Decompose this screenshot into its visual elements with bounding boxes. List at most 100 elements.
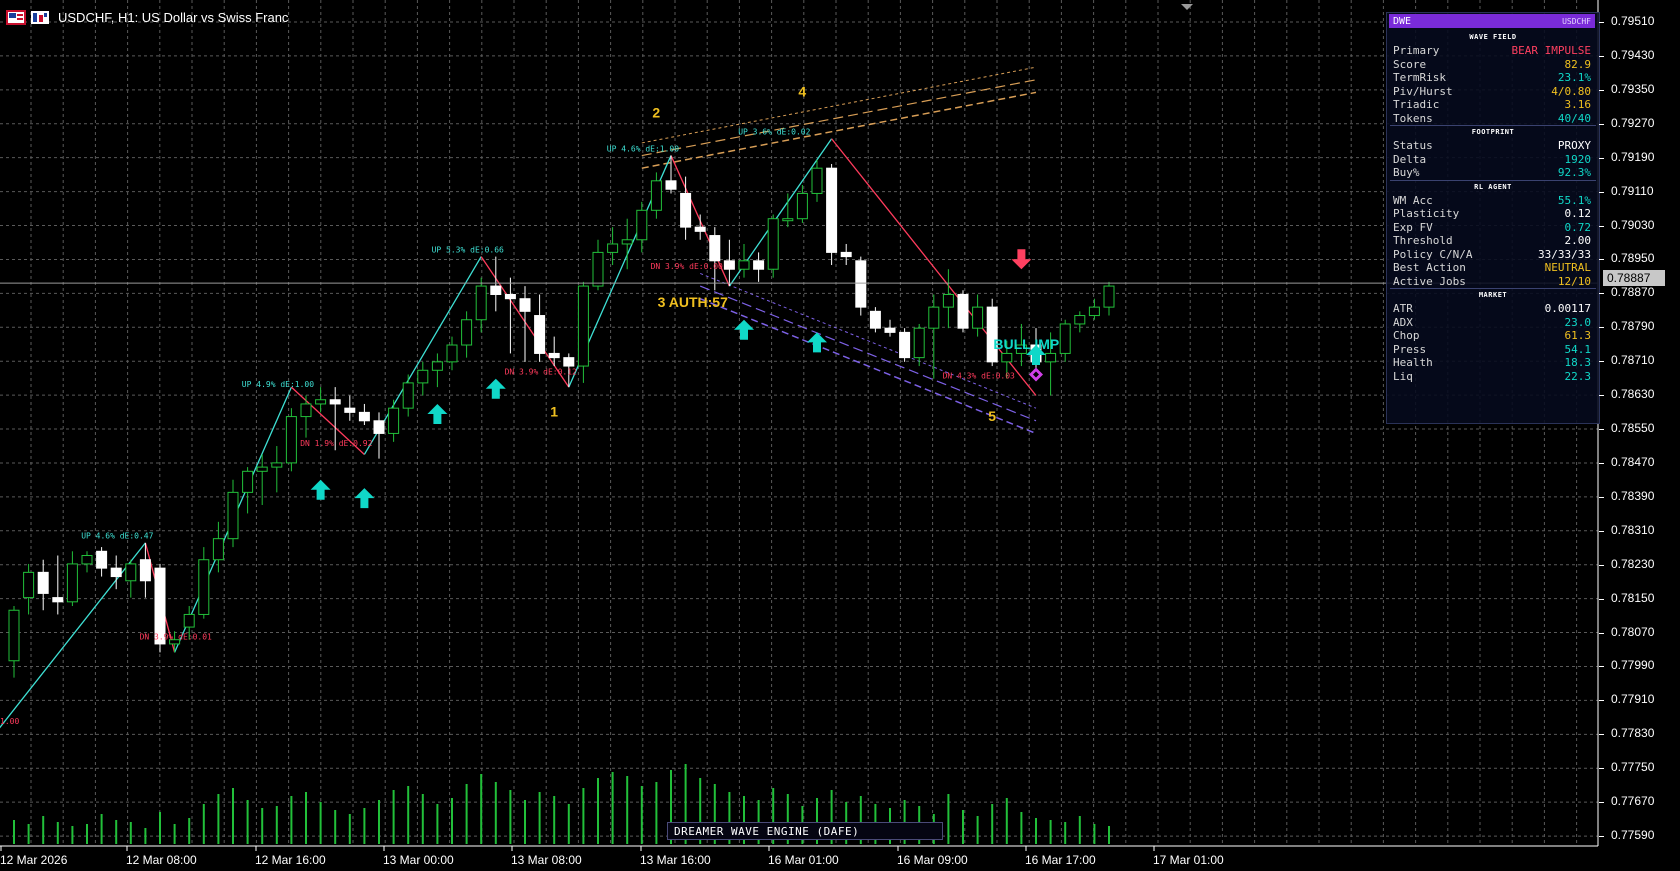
bear-candle[interactable]	[899, 331, 911, 359]
panel-row-key: Delta	[1393, 152, 1427, 166]
price-tick	[1599, 530, 1604, 532]
bull-candle[interactable]	[285, 416, 297, 464]
bull-candle[interactable]	[1001, 352, 1013, 363]
bull-candle[interactable]	[636, 209, 648, 241]
bull-candle[interactable]	[811, 167, 823, 194]
panel-row-key: Status	[1393, 139, 1433, 152]
bear-candle[interactable]	[504, 293, 516, 300]
panel-row: Triadic 3.16	[1393, 98, 1593, 112]
bull-candle[interactable]	[592, 251, 604, 287]
price-label: 0.77830	[1611, 726, 1655, 741]
bear-candle[interactable]	[96, 550, 108, 569]
bull-candle[interactable]	[198, 559, 210, 615]
bull-candle[interactable]	[738, 260, 750, 270]
bear-candle[interactable]	[52, 597, 64, 603]
bull-candle[interactable]	[1103, 285, 1115, 308]
bull-candle[interactable]	[913, 327, 925, 359]
bear-candle[interactable]	[957, 293, 969, 329]
bull-candle[interactable]	[66, 563, 78, 603]
bull-candle[interactable]	[23, 571, 35, 599]
bear-candle[interactable]	[37, 571, 49, 594]
time-label: 17 Mar 01:00	[1153, 853, 1224, 867]
panel-row-value: 61.3	[1564, 329, 1592, 342]
bull-candle[interactable]	[242, 470, 254, 493]
bear-candle[interactable]	[869, 310, 881, 329]
bull-candle[interactable]	[417, 369, 429, 384]
bull-candle[interactable]	[928, 306, 940, 329]
bull-candle[interactable]	[972, 306, 984, 329]
bull-candle[interactable]	[81, 555, 93, 565]
panel-row-value: 0.00117	[1544, 302, 1591, 315]
bull-candle[interactable]	[388, 407, 400, 434]
bull-candle[interactable]	[796, 192, 808, 220]
panel-row-key: Plasticity	[1393, 207, 1460, 220]
panel-row-key: Exp FV	[1393, 220, 1433, 234]
bull-candle[interactable]	[8, 609, 20, 662]
bull-candle[interactable]	[271, 462, 283, 468]
bull-candle[interactable]	[125, 563, 137, 582]
bull-candle[interactable]	[300, 403, 312, 418]
price-tick	[1599, 225, 1604, 227]
bear-candle[interactable]	[373, 420, 385, 434]
bear-candle[interactable]	[490, 285, 502, 295]
bull-candle[interactable]	[1074, 315, 1086, 325]
bull-candle[interactable]	[227, 491, 239, 540]
bear-candle[interactable]	[139, 559, 151, 582]
bull-candle[interactable]	[767, 218, 779, 270]
bear-candle[interactable]	[826, 167, 838, 253]
bull-candle[interactable]	[212, 538, 224, 561]
bear-candle[interactable]	[563, 357, 575, 367]
bull-candle[interactable]	[782, 218, 794, 222]
price-tick	[1599, 293, 1604, 295]
panel-row: Plasticity 0.12	[1393, 207, 1593, 221]
bull-candle[interactable]	[621, 239, 633, 245]
bull-candle[interactable]	[183, 613, 195, 628]
bear-candle[interactable]	[986, 306, 998, 363]
bear-candle[interactable]	[694, 226, 706, 232]
bull-candle[interactable]	[650, 180, 662, 211]
bull-candle[interactable]	[1045, 352, 1057, 363]
bull-candle[interactable]	[256, 466, 268, 472]
bull-candle[interactable]	[461, 319, 473, 346]
price-label: 0.78230	[1611, 556, 1655, 571]
wave-annotation: 3 AUTH:57	[658, 294, 728, 310]
bear-candle[interactable]	[534, 315, 546, 354]
panel-row: Press 54.1	[1393, 343, 1593, 357]
bear-candle[interactable]	[753, 260, 765, 270]
chart-type-icon[interactable]	[30, 10, 50, 25]
panel-row-value: 4/0.80	[1551, 84, 1591, 98]
bear-candle[interactable]	[665, 180, 677, 190]
panel-row-key: Liq	[1393, 369, 1413, 383]
bear-candle[interactable]	[110, 567, 122, 578]
bull-candle[interactable]	[446, 344, 458, 363]
bull-candle[interactable]	[607, 243, 619, 253]
bear-candle[interactable]	[884, 327, 896, 333]
bull-candle[interactable]	[402, 382, 414, 409]
bull-candle[interactable]	[431, 361, 443, 371]
wave-annotation: BULL IMP	[993, 336, 1059, 352]
bear-candle[interactable]	[329, 399, 341, 405]
bull-candle[interactable]	[475, 285, 487, 321]
price-tick	[1599, 361, 1604, 363]
bear-candle[interactable]	[358, 411, 370, 422]
bull-candle[interactable]	[1088, 306, 1100, 317]
zigzag-label: DN 3.9% dE:0.00	[651, 262, 723, 271]
engine-label-box: DREAMER WAVE ENGINE (DAFE)	[667, 822, 943, 840]
bear-candle[interactable]	[723, 260, 735, 270]
panel-row-value: 0.72	[1564, 220, 1592, 234]
panel-row: Best Action NEUTRAL	[1393, 261, 1593, 275]
bear-candle[interactable]	[548, 352, 560, 359]
bull-candle[interactable]	[577, 285, 589, 367]
bear-candle[interactable]	[519, 298, 531, 312]
chart-title-bar: USDCHF, H1: US Dollar vs Swiss Franc	[6, 7, 288, 27]
bull-candle[interactable]	[315, 399, 327, 405]
bull-candle[interactable]	[942, 293, 954, 308]
panel-row-key: Policy C/N/A	[1393, 247, 1473, 261]
bear-candle[interactable]	[680, 192, 692, 228]
panel-row-value: BEAR IMPULSE	[1511, 44, 1591, 57]
bear-candle[interactable]	[344, 407, 356, 413]
bear-candle[interactable]	[840, 251, 852, 258]
bear-candle[interactable]	[855, 260, 867, 308]
bull-candle[interactable]	[1059, 323, 1071, 354]
bear-candle[interactable]	[709, 235, 721, 262]
